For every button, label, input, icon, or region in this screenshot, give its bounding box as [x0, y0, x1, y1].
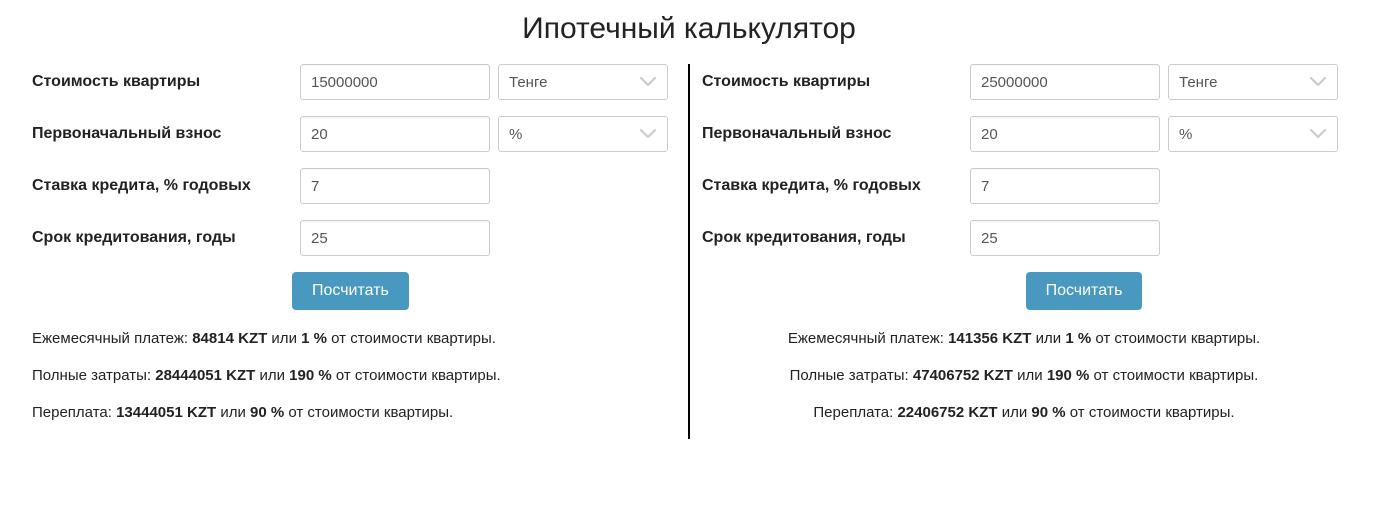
down-unit-select[interactable]: %: [1168, 116, 1338, 152]
price-input[interactable]: [300, 64, 490, 100]
down-unit-value: %: [1179, 126, 1192, 143]
rate-input[interactable]: [970, 168, 1160, 204]
calculator-right: Стоимость квартиры Тенге Первоначальный …: [688, 64, 1358, 439]
chevron-down-icon: [639, 128, 657, 140]
down-unit-select[interactable]: %: [498, 116, 668, 152]
term-label: Срок кредитования, годы: [702, 229, 962, 247]
chevron-down-icon: [639, 76, 657, 88]
calculate-button[interactable]: Посчитать: [1026, 272, 1143, 310]
chevron-down-icon: [1309, 76, 1327, 88]
currency-value: Тенге: [1179, 74, 1217, 91]
page-title: Ипотечный калькулятор: [0, 0, 1378, 64]
results-right: Ежемесячный платеж: 141356 KZT или 1 % о…: [702, 328, 1346, 423]
rate-label: Ставка кредита, % годовых: [32, 177, 292, 195]
down-input[interactable]: [970, 116, 1160, 152]
rate-label: Ставка кредита, % годовых: [702, 177, 962, 195]
rate-input[interactable]: [300, 168, 490, 204]
down-unit-value: %: [509, 126, 522, 143]
price-label: Стоимость квартиры: [32, 73, 292, 91]
currency-select[interactable]: Тенге: [498, 64, 668, 100]
down-label: Первоначальный взнос: [702, 125, 962, 143]
price-input[interactable]: [970, 64, 1160, 100]
currency-select[interactable]: Тенге: [1168, 64, 1338, 100]
currency-value: Тенге: [509, 74, 547, 91]
term-input[interactable]: [970, 220, 1160, 256]
results-left: Ежемесячный платеж: 84814 KZT или 1 % от…: [32, 328, 676, 423]
down-input[interactable]: [300, 116, 490, 152]
price-label: Стоимость квартиры: [702, 73, 962, 91]
chevron-down-icon: [1309, 128, 1327, 140]
calculator-left: Стоимость квартиры Тенге Первоначальный …: [20, 64, 688, 439]
term-input[interactable]: [300, 220, 490, 256]
term-label: Срок кредитования, годы: [32, 229, 292, 247]
calculate-button[interactable]: Посчитать: [292, 272, 409, 310]
down-label: Первоначальный взнос: [32, 125, 292, 143]
